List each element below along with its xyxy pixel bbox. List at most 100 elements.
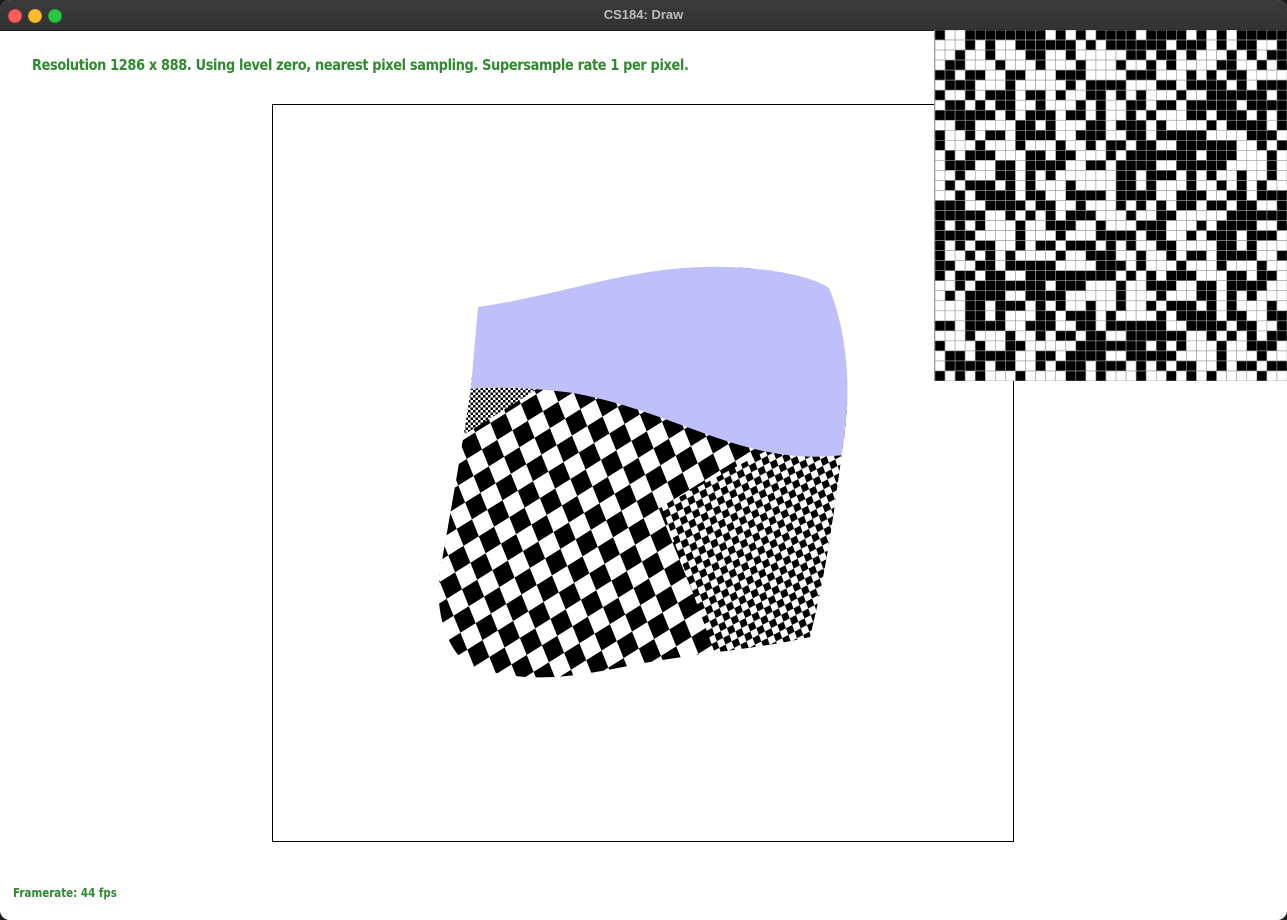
zoom-pixel-cell bbox=[1236, 310, 1248, 322]
zoom-pixel-cell bbox=[1166, 240, 1177, 251]
zoom-pixel-cell bbox=[1206, 79, 1217, 91]
warped-texture-quad bbox=[438, 266, 848, 678]
zoom-pixel-cell bbox=[1145, 129, 1157, 141]
zoom-pixel-cell bbox=[1065, 150, 1077, 161]
zoom-pixel-cell bbox=[1035, 210, 1046, 221]
zoom-pixel-cell bbox=[984, 330, 996, 342]
zoom-pixel-cell bbox=[1095, 220, 1107, 231]
zoom-pixel-cell bbox=[1145, 150, 1157, 161]
zoom-pixel-cell bbox=[1075, 59, 1087, 71]
zoom-pixel-cell bbox=[1236, 200, 1248, 211]
zoom-pixel-cell bbox=[995, 109, 1006, 121]
zoom-pixel-cell bbox=[1095, 280, 1107, 292]
pixel-zoom-inspector bbox=[934, 30, 1287, 381]
zoom-pixel-cell bbox=[1196, 310, 1207, 322]
zoom-pixel-cell bbox=[1166, 300, 1177, 312]
zoom-pixel-cell bbox=[1276, 99, 1287, 111]
zoom-pixel-cell bbox=[1186, 59, 1197, 71]
zoom-pixel-cell bbox=[1236, 210, 1248, 221]
zoom-pixel-cell bbox=[1065, 280, 1077, 292]
zoom-pixel-cell bbox=[1246, 320, 1258, 332]
zoom-pixel-cell bbox=[1266, 320, 1278, 332]
zoom-pixel-cell bbox=[935, 49, 946, 61]
zoom-pixel-cell bbox=[1095, 79, 1107, 91]
zoom-pixel-cell bbox=[1206, 280, 1217, 292]
zoom-pixel-cell bbox=[954, 89, 966, 101]
zoom-pixel-cell bbox=[1196, 210, 1207, 221]
zoom-pixel-cell bbox=[1256, 260, 1268, 271]
zoom-pixel-cell bbox=[954, 350, 966, 362]
zoom-pixel-cell bbox=[935, 190, 946, 201]
zoom-pixel-cell bbox=[984, 230, 996, 241]
zoom-pixel-cell bbox=[1095, 150, 1107, 161]
zoom-pixel-cell bbox=[1085, 180, 1097, 191]
zoom-pixel-cell bbox=[1246, 360, 1258, 372]
zoom-pixel-cell bbox=[1186, 119, 1197, 131]
zoom-pixel-cell bbox=[1236, 360, 1248, 372]
zoom-pixel-cell bbox=[1125, 260, 1137, 271]
zoom-pixel-cell bbox=[1266, 270, 1278, 282]
zoom-pixel-cell bbox=[1266, 180, 1278, 191]
zoom-pixel-cell bbox=[1166, 370, 1177, 381]
zoom-pixel-cell bbox=[974, 129, 986, 141]
zoom-pixel-cell bbox=[1115, 220, 1127, 231]
zoom-pixel-cell bbox=[954, 340, 966, 352]
zoom-pixel-cell bbox=[1045, 320, 1056, 332]
zoom-pixel-cell bbox=[954, 170, 966, 181]
zoom-pixel-cell bbox=[1166, 200, 1177, 211]
zoom-pixel-cell bbox=[1166, 69, 1177, 81]
zoom-pixel-cell bbox=[1166, 250, 1177, 261]
zoom-pixel-cell bbox=[1025, 109, 1036, 121]
zoom-pixel-cell bbox=[964, 49, 976, 61]
zoom-pixel-cell bbox=[944, 250, 956, 261]
zoom-pixel-cell bbox=[1065, 270, 1077, 282]
zoom-pixel-cell bbox=[1155, 340, 1167, 352]
draw-canvas[interactable]: Resolution 1286 x 888. Using level zero,… bbox=[0, 30, 1287, 920]
zoom-pixel-cell bbox=[974, 250, 986, 261]
zoom-pixel-cell bbox=[1055, 370, 1067, 381]
zoom-pixel-cell bbox=[1035, 290, 1046, 302]
zoom-pixel-cell bbox=[995, 360, 1006, 372]
zoom-pixel-cell bbox=[1276, 89, 1287, 101]
zoom-pixel-cell bbox=[1176, 59, 1187, 71]
zoom-pixel-cell bbox=[1125, 39, 1137, 51]
zoom-pixel-cell bbox=[1105, 129, 1117, 141]
zoom-pixel-cell bbox=[944, 220, 956, 231]
zoom-pixel-cell bbox=[984, 200, 996, 211]
zoom-pixel-cell bbox=[1025, 30, 1036, 41]
zoom-pixel-cell bbox=[1186, 240, 1197, 251]
zoom-pixel-cell bbox=[1166, 89, 1177, 101]
zoom-pixel-cell bbox=[1236, 59, 1248, 71]
zoom-pixel-cell bbox=[1015, 170, 1026, 181]
zoom-pixel-cell bbox=[1196, 129, 1207, 141]
zoom-pixel-cell bbox=[1005, 59, 1016, 71]
zoom-pixel-cell bbox=[1125, 180, 1137, 191]
zoom-pixel-cell bbox=[1085, 59, 1097, 71]
zoom-pixel-cell bbox=[1055, 140, 1067, 151]
zoom-pixel-cell bbox=[1226, 260, 1238, 271]
zoom-pixel-cell bbox=[1005, 290, 1016, 302]
zoom-pixel-cell bbox=[1186, 129, 1197, 141]
zoom-pixel-cell bbox=[1266, 160, 1278, 171]
zoom-pixel-cell bbox=[1256, 129, 1268, 141]
zoom-pixel-cell bbox=[1145, 190, 1157, 201]
zoom-pixel-cell bbox=[1246, 39, 1258, 51]
zoom-pixel-cell bbox=[1226, 200, 1238, 211]
zoom-pixel-cell bbox=[1135, 340, 1147, 352]
zoom-pixel-cell bbox=[1155, 290, 1167, 302]
zoom-pixel-cell bbox=[1216, 69, 1227, 81]
zoom-pixel-cell bbox=[1135, 140, 1147, 151]
zoom-pixel-cell bbox=[944, 39, 956, 51]
zoom-pixel-cell bbox=[1085, 109, 1097, 121]
zoom-pixel-cell bbox=[1125, 360, 1137, 372]
zoom-pixel-cell bbox=[1256, 300, 1268, 312]
zoom-pixel-cell bbox=[1115, 190, 1127, 201]
render-viewport[interactable] bbox=[272, 104, 1014, 842]
zoom-pixel-cell bbox=[954, 310, 966, 322]
zoom-pixel-cell bbox=[1115, 119, 1127, 131]
zoom-pixel-cell bbox=[1145, 140, 1157, 151]
zoom-pixel-cell bbox=[1035, 49, 1046, 61]
zoom-pixel-cell bbox=[1065, 109, 1077, 121]
zoom-pixel-cell bbox=[935, 370, 946, 381]
zoom-pixel-cell bbox=[1095, 190, 1107, 201]
